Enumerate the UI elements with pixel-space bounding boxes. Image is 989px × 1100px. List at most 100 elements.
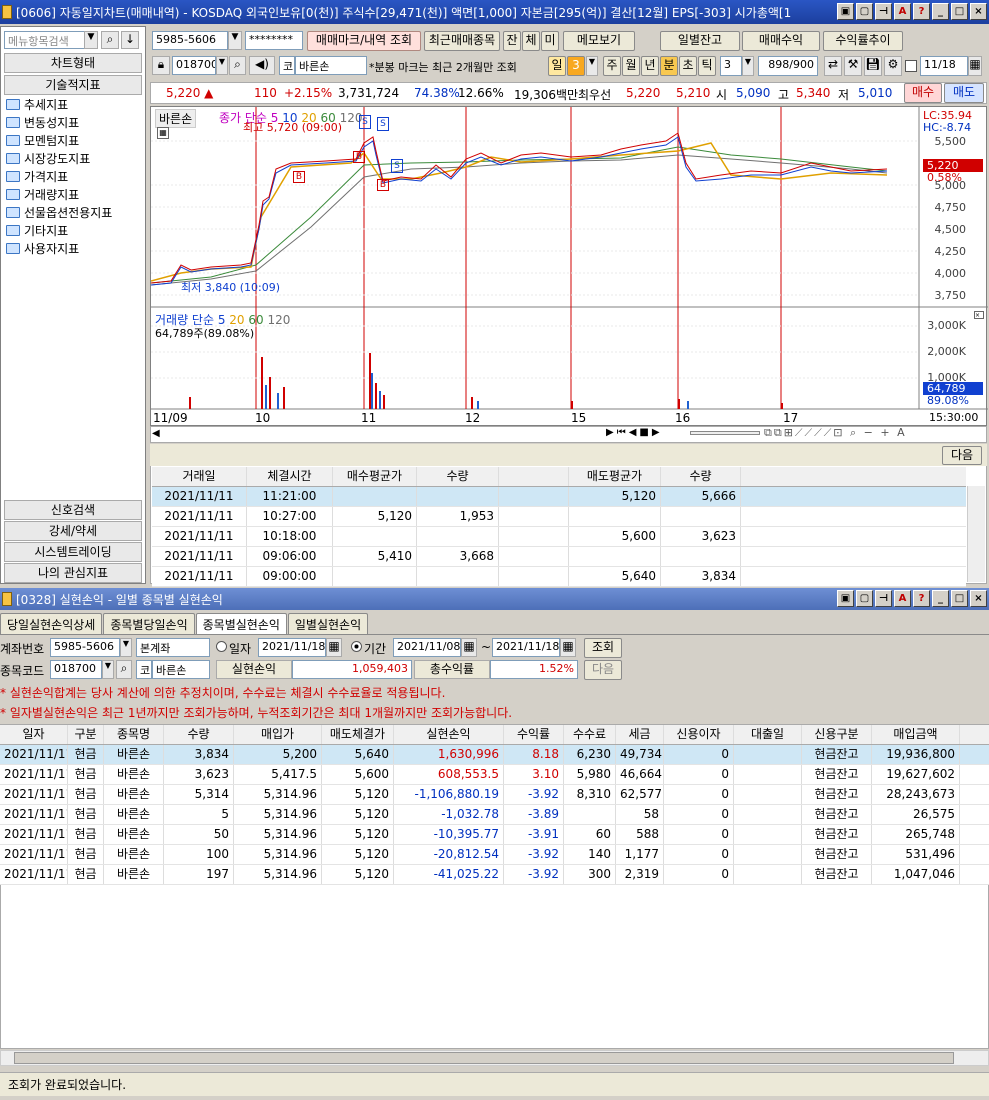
trade-mark-query-button[interactable]: 매매마크/내역 조회 <box>307 31 421 51</box>
indicator-item[interactable]: 기타지표 <box>6 222 68 239</box>
trade-table-row[interactable]: 2021/11/11 10:27:00 5,120 1,953 <box>152 507 966 527</box>
window-icon[interactable]: ▢ <box>856 3 873 20</box>
indicator-item[interactable]: 선물옵션전용지표 <box>6 204 112 221</box>
zoom-slider[interactable] <box>690 431 760 435</box>
dropdown-arrow-icon[interactable]: ▼ <box>216 56 228 75</box>
scroll-left-icon[interactable]: ◀ <box>152 428 160 439</box>
close-icon[interactable]: × <box>970 590 987 607</box>
grid-toggle-icon[interactable]: ▦ <box>157 127 169 139</box>
period-day-button[interactable]: 일 <box>548 56 566 76</box>
dropdown-arrow-icon[interactable]: ▼ <box>120 638 132 657</box>
trade-profit-button[interactable]: 매매수익 <box>742 31 820 51</box>
sell-button[interactable]: 매도 <box>944 83 984 103</box>
indicator-item[interactable]: 거래량지표 <box>6 186 79 203</box>
period-to-input[interactable]: 2021/11/18 <box>492 638 560 657</box>
save-icon[interactable]: 💾︎ <box>864 56 882 76</box>
minimize-icon[interactable]: _ <box>932 590 949 607</box>
stock-code-input[interactable]: 018700 <box>172 56 216 75</box>
close-icon[interactable]: × <box>970 3 987 20</box>
buy-button[interactable]: 매수 <box>904 83 942 103</box>
font-icon[interactable]: A <box>894 590 911 607</box>
indicator-item[interactable]: 변동성지표 <box>6 114 79 131</box>
scroll-right-icon[interactable]: ▶ <box>606 427 614 438</box>
speaker-icon[interactable]: ◀) <box>249 56 275 75</box>
search-icon[interactable]: ⌕ <box>229 56 246 75</box>
trade-table-row[interactable]: 2021/11/11 09:00:00 5,640 3,834 <box>152 567 966 587</box>
calendar-icon[interactable]: ▦ <box>461 638 477 657</box>
profit-trend-button[interactable]: 수익률추이 <box>823 31 903 51</box>
price-chart-area[interactable]: 바른손 종가 단순 5 10 20 60 120 최고 5,720 (09:00… <box>150 106 988 426</box>
indicator-item[interactable]: 가격지표 <box>6 168 68 185</box>
pnl-tab[interactable]: 일별실현손익 <box>287 613 369 635</box>
memo-button[interactable]: 메모보기 <box>563 31 635 51</box>
pnl-tab[interactable]: 종목별당일손익 <box>103 613 195 635</box>
calendar-icon[interactable]: ▦ <box>560 638 576 657</box>
pnl-table-row[interactable]: 2021/11/11 현금 바른손 5,314 5,314.96 5,120 -1,106,… <box>0 785 989 805</box>
pnl-table-row[interactable]: 2021/11/11 현금 바른손 3,834 5,200 5,640 1,630,996 8… <box>0 745 989 765</box>
menu-search-input[interactable]: 메뉴항목검색 <box>4 31 96 49</box>
arrows-icon[interactable]: ⇄ <box>824 56 842 76</box>
period-button[interactable]: 틱 <box>698 56 716 76</box>
drawing-tools[interactable]: ⧉⧉⊞⟋⟋⟋⟋⊡ ⌕ − + A <box>764 426 907 440</box>
dropdown-arrow-icon[interactable]: ▼ <box>586 56 598 76</box>
period-button[interactable]: 년 <box>641 56 659 76</box>
calendar-icon[interactable]: ▦ <box>326 638 342 657</box>
password-input[interactable]: ******** <box>245 31 303 50</box>
calendar-icon[interactable]: ▦ <box>968 56 982 76</box>
period-from-input[interactable]: 2021/11/08 <box>393 638 461 657</box>
period-button[interactable]: 주 <box>603 56 621 76</box>
play-icon[interactable]: ▶ <box>652 427 660 438</box>
left-bottom-button[interactable]: 시스템트레이딩 <box>4 542 142 562</box>
date-radio[interactable] <box>216 641 227 652</box>
left-bottom-button[interactable]: 나의 관심지표 <box>4 563 142 583</box>
pnl-code-input[interactable]: 018700 <box>50 660 102 679</box>
back-icon[interactable]: ◀ <box>629 427 637 438</box>
exec-small-button[interactable]: 체 <box>522 31 540 51</box>
search-icon[interactable]: ⌕ <box>101 31 119 49</box>
pnl-table-row[interactable]: 2021/11/11 현금 바른손 100 5,314.96 5,120 -20,812.5… <box>0 845 989 865</box>
balance-small-button[interactable]: 잔 <box>503 31 521 51</box>
pnl-table-row[interactable]: 2021/11/11 현금 바른손 5 5,314.96 5,120 -1,032.78 -3… <box>0 805 989 825</box>
pnl-account-select[interactable]: 5985-5606 <box>50 638 120 657</box>
help-icon[interactable]: ? <box>913 3 930 20</box>
pnl-table-row[interactable]: 2021/11/11 현금 바른손 50 5,314.96 5,120 -10,395.77… <box>0 825 989 845</box>
date-input[interactable]: 11/18 <box>920 56 968 76</box>
period-button[interactable]: 월 <box>622 56 640 76</box>
volume-panel-close-icon[interactable]: × <box>974 311 984 319</box>
trade-table-row[interactable]: 2021/11/11 11:21:00 5,120 5,666 <box>152 487 966 507</box>
next-button[interactable]: 다음 <box>942 446 982 465</box>
pnl-tab[interactable]: 당일실현손익상세 <box>0 613 103 635</box>
maximize-icon[interactable]: □ <box>951 3 968 20</box>
indicator-item[interactable]: 추세지표 <box>6 96 68 113</box>
indicator-item[interactable]: 시장강도지표 <box>6 150 90 167</box>
tools-icon[interactable]: ⚒ <box>844 56 862 76</box>
trade-table-row[interactable]: 2021/11/11 09:06:00 5,410 3,668 <box>152 547 966 567</box>
left-bottom-button[interactable]: 신호검색 <box>4 500 142 520</box>
settings-icon[interactable]: ⚙ <box>884 56 902 76</box>
font-icon[interactable]: A <box>894 3 911 20</box>
help-icon[interactable]: ? <box>913 590 930 607</box>
pnl-date-input[interactable]: 2021/11/18 <box>258 638 326 657</box>
pnl-tab[interactable]: 종목별실현손익 <box>195 613 287 635</box>
window-icon[interactable]: ▢ <box>856 590 873 607</box>
pnl-table-row[interactable]: 2021/11/11 현금 바른손 3,623 5,417.5 5,600 608,553.… <box>0 765 989 785</box>
dropdown-arrow-icon[interactable]: ▼ <box>102 660 114 679</box>
stop-icon[interactable]: ■ <box>639 427 648 438</box>
left-bottom-button[interactable]: 강세/약세 <box>4 521 142 541</box>
download-icon[interactable]: ↓ <box>121 31 139 49</box>
chart-type-button[interactable]: 차트형태 <box>4 53 142 73</box>
tile-icon[interactable]: ▣ <box>837 3 854 20</box>
indicator-item[interactable]: 사용자지표 <box>6 240 79 257</box>
data-count[interactable]: 898/900 <box>758 56 818 76</box>
next-button[interactable]: 다음 <box>584 660 622 680</box>
tick-count[interactable]: 3 <box>720 56 742 76</box>
pin-icon[interactable]: ⊣ <box>875 590 892 607</box>
pin-icon[interactable]: ⊣ <box>875 3 892 20</box>
trade-table-row[interactable]: 2021/11/11 10:18:00 5,600 3,623 <box>152 527 966 547</box>
dropdown-arrow-icon[interactable]: ▼ <box>84 31 98 49</box>
dropdown-arrow-icon[interactable]: ▼ <box>742 56 754 76</box>
daily-balance-button[interactable]: 일별잔고 <box>660 31 740 51</box>
recent-trades-button[interactable]: 최근매매종목 <box>424 31 500 51</box>
trade-table-scrollbar[interactable] <box>967 486 985 582</box>
period-count[interactable]: 3 <box>567 56 585 76</box>
